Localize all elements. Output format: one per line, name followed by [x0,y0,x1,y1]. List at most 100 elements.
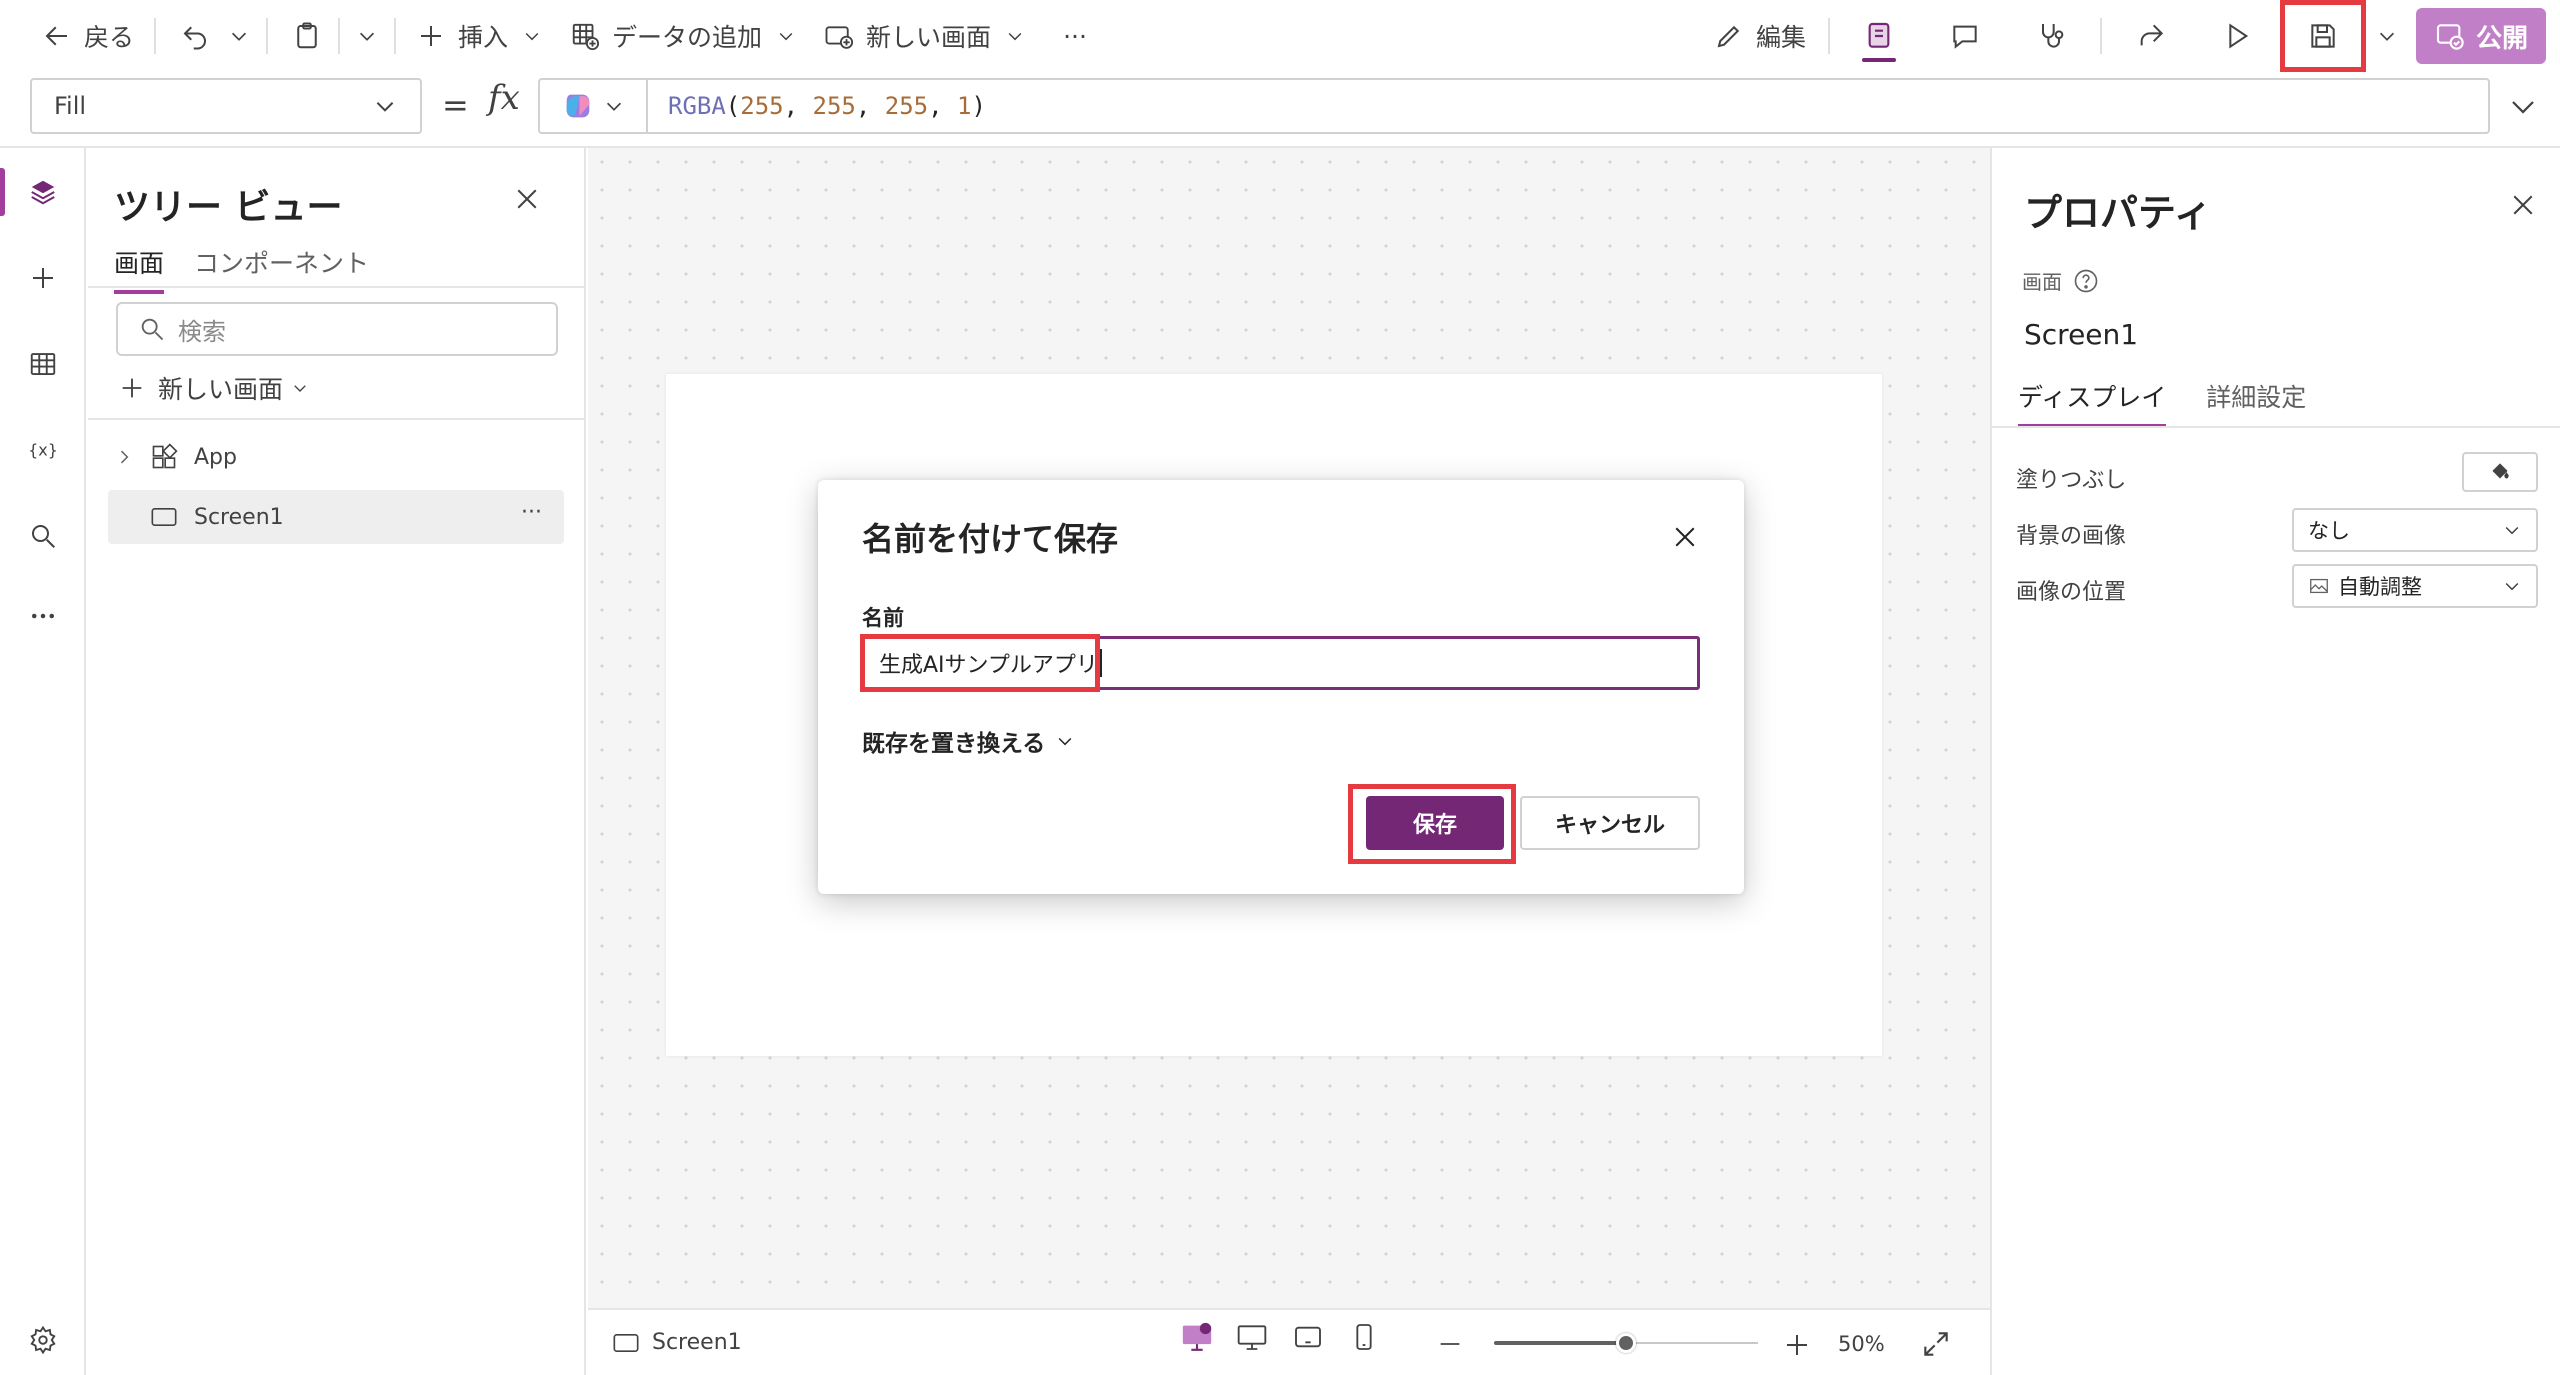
data-rail-button[interactable] [0,334,86,394]
formula-input[interactable]: RGBA(255, 255, 255, 1) [646,78,2490,134]
tree-view-title: ツリー ビュー [114,187,343,228]
paste-dropdown[interactable] [346,12,388,60]
variables-icon: {x} [28,441,58,460]
help-icon[interactable] [2072,267,2100,295]
zoom-in-icon[interactable] [1782,1330,1812,1360]
close-properties-button[interactable] [2508,190,2538,224]
play-icon [2229,23,2249,49]
add-data-button[interactable]: データの追加 [556,12,810,60]
close-tree-view-button[interactable] [512,184,542,218]
publish-button[interactable]: 公開 [2415,8,2546,64]
back-label: 戻る [84,23,135,52]
command-bar-right: 編集 公開 [1700,0,2560,72]
fill-color-button[interactable] [2462,452,2538,492]
layers-icon [31,180,55,205]
settings-rail-button[interactable] [0,1310,86,1370]
background-image-value: なし [2308,519,2350,543]
device-selector [1180,1320,1380,1354]
object-kind-label: 画面 [2022,270,2062,294]
tree-view-rail-button[interactable] [0,162,86,222]
edit-button[interactable]: 編集 [1700,12,1822,60]
formula-function: RGBA [668,92,726,120]
tab-advanced[interactable]: 詳細設定 [2206,378,2306,428]
formula-bar: Fill = fx RGBA(255, 255, 255, 1) [0,72,2560,148]
zoom-slider[interactable] [1494,1333,1758,1353]
comment-icon [1953,25,1977,49]
formula-expand-button[interactable] [2508,92,2538,126]
chevron-down-icon [376,102,394,112]
left-rail: {x} [0,148,86,1375]
paste-button[interactable] [274,12,332,60]
image-position-value: 自動調整 [2338,575,2422,599]
dialog-close-button[interactable] [1670,522,1700,556]
property-selector[interactable]: Fill [30,78,422,134]
replace-existing-toggle[interactable]: 既存を置き換える [862,724,1075,758]
search-rail-button[interactable] [0,506,86,566]
screen-name: Screen1 [2024,318,2139,351]
chevron-right-icon [120,450,129,464]
undo-dropdown[interactable] [218,12,260,60]
tablet-icon[interactable] [1292,1321,1324,1353]
property-value: Fill [54,92,87,120]
monitor-icon[interactable] [1236,1321,1268,1353]
table-icon [30,353,56,375]
copilot-icon [566,94,590,118]
highlight-box [2279,0,2366,72]
variables-rail-button[interactable]: {x} [0,420,86,480]
copilot-button[interactable] [538,78,646,134]
cancel-label: キャンセル [1554,813,1665,838]
object-kind: 画面 [2022,266,2100,295]
tab-display[interactable]: ディスプレイ [2018,378,2167,428]
new-screen-button[interactable]: 新しい画面 [810,12,1039,60]
background-image-select[interactable]: なし [2292,508,2538,552]
search-input[interactable]: 検索 [116,302,558,356]
tree-item-label: App [194,444,237,470]
save-dropdown[interactable] [2366,12,2408,60]
image-position-select[interactable]: 自動調整 [2292,564,2538,608]
screen-icon [151,508,177,526]
save-button[interactable] [2279,0,2366,72]
back-button[interactable]: 戻る [28,12,148,60]
comments-button[interactable] [1922,0,2008,72]
active-indicator [1861,58,1896,62]
divider [88,418,586,420]
app-checker-button[interactable] [1836,0,1922,72]
chevron-down-icon [294,385,306,392]
zoom-out-icon[interactable] [1436,1330,1464,1358]
tree-item-app[interactable]: App [108,430,564,484]
health-check-button[interactable] [2008,0,2094,72]
close-icon [517,189,537,209]
divider [2099,18,2102,54]
fit-to-window-icon[interactable] [1920,1328,1952,1360]
share-icon [2140,24,2164,46]
dialog-cancel-button[interactable]: キャンセル [1520,796,1700,850]
chevron-down-icon [779,32,793,41]
background-image-label: 背景の画像 [2016,524,2127,549]
formula-arg: 255 [884,92,929,120]
stethoscope-icon [2041,24,2064,48]
chevron-down-icon [232,32,247,41]
phone-icon[interactable] [1348,1321,1380,1353]
more-options-button[interactable]: ··· [521,500,542,525]
share-button[interactable] [2108,0,2194,72]
zoom-slider-fill [1494,1341,1626,1345]
formula-arg: 255 [740,92,784,120]
desktop-active-icon[interactable] [1180,1320,1214,1354]
new-screen-label: 新しい画面 [158,375,284,404]
more-commands-button[interactable]: ··· [1049,12,1101,60]
tree-item-screen1[interactable]: Screen1 ··· [108,490,564,544]
insert-button[interactable]: 挿入 [402,12,556,60]
new-screen-link[interactable]: 新しい画面 [118,370,309,406]
zoom-slider-thumb[interactable] [1616,1333,1636,1353]
current-screen-label: Screen1 [652,1330,742,1355]
more-rail-button[interactable] [0,586,86,646]
app-icon [152,443,178,469]
preview-button[interactable] [2194,0,2280,72]
undo-button[interactable] [162,12,218,60]
divider [394,18,397,54]
insert-rail-button[interactable] [0,248,86,308]
equals-sign: = [442,86,469,124]
replace-existing-label: 既存を置き換える [862,731,1046,757]
image-icon [2310,578,2328,594]
formula-sep: , [783,92,813,120]
